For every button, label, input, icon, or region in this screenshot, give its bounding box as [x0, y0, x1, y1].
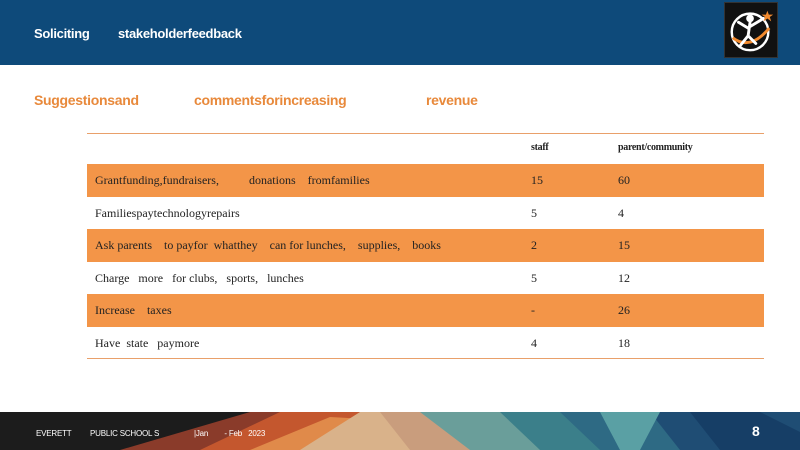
table-header: staff parent/community: [87, 133, 764, 164]
row-staff-count: -: [531, 303, 535, 317]
row-label: Familiespaytechnologyrepairs: [95, 205, 240, 220]
row-staff-count: 5: [531, 270, 537, 285]
row-parent-count: 18: [618, 335, 630, 350]
slide-title-part1: Soliciting: [34, 26, 90, 41]
subtitle-part1: Suggestionsand: [34, 92, 139, 108]
footer-org-type: PUBLIC SCHOOL S: [90, 429, 160, 438]
subtitle-part3: revenue: [426, 92, 478, 108]
subtitle-part2: commentsforincreasing: [194, 92, 347, 108]
column-header-parent-community: parent/community: [618, 142, 693, 153]
row-label: Increase taxes: [95, 303, 172, 317]
slide-title-part2: stakeholderfeedback: [118, 26, 242, 41]
footer-org-name: EVERETT: [36, 429, 72, 438]
row-staff-count: 5: [531, 205, 537, 220]
table-row: Familiespaytechnologyrepairs 5 4: [87, 197, 764, 230]
column-header-staff: staff: [531, 142, 549, 153]
header-bar: Soliciting stakeholderfeedback: [0, 0, 800, 65]
row-label: Ask parents to payfor whatthey can for l…: [95, 238, 441, 252]
row-parent-count: 15: [618, 238, 630, 252]
footer-date: |Jan - Feb 2023: [194, 429, 266, 438]
table-row: Ask parents to payfor whatthey can for l…: [87, 229, 764, 262]
footer-bar: EVERETT PUBLIC SCHOOL S |Jan - Feb 2023 …: [0, 412, 800, 450]
row-parent-count: 12: [618, 270, 630, 285]
row-parent-count: 26: [618, 303, 630, 317]
table-body: Grantfunding,fundraisers, donations from…: [87, 164, 764, 359]
page-number: 8: [752, 423, 760, 439]
table-row: Grantfunding,fundraisers, donations from…: [87, 164, 764, 197]
row-label: Charge more for clubs, sports, lunches: [95, 270, 304, 285]
table-row: Charge more for clubs, sports, lunches 5 1…: [87, 262, 764, 295]
row-staff-count: 15: [531, 173, 543, 187]
feedback-table: staff parent/community Grantfunding,fund…: [87, 133, 764, 359]
row-parent-count: 60: [618, 173, 630, 187]
row-parent-count: 4: [618, 205, 624, 220]
school-district-logo-icon: [724, 2, 778, 58]
row-staff-count: 4: [531, 335, 537, 350]
row-label: Have state paymore: [95, 335, 200, 350]
table-row: Have state paymore 4 18: [87, 327, 764, 359]
row-label: Grantfunding,fundraisers, donations from…: [95, 173, 370, 187]
table-row: Increase taxes - 26: [87, 294, 764, 327]
row-staff-count: 2: [531, 238, 537, 252]
